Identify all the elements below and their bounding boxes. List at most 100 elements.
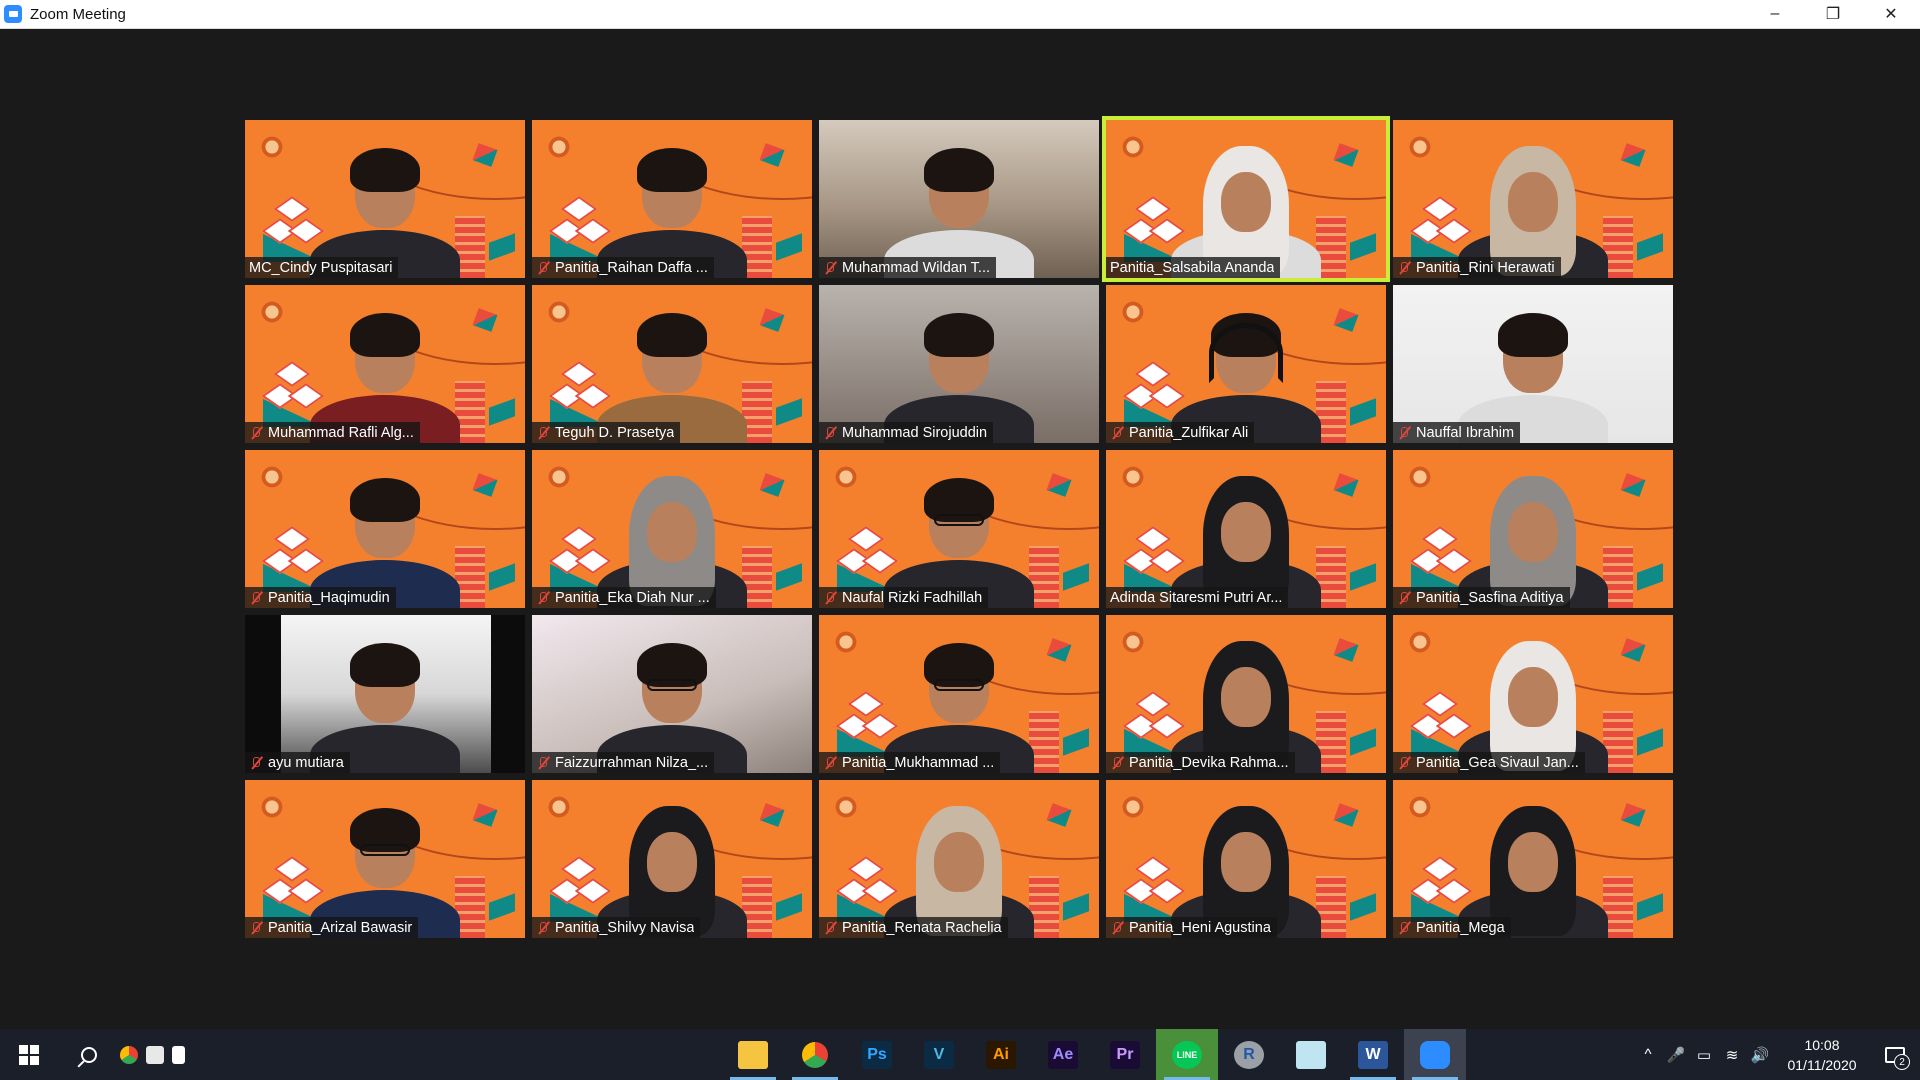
person-face [1221, 832, 1271, 892]
participant-video-tile[interactable]: Muhammad Rafli Alg... [245, 285, 525, 443]
participant-video-tile[interactable]: Muhammad Sirojuddin [819, 285, 1099, 443]
show-hidden-icons-chevron-icon[interactable]: ^ [1634, 1046, 1662, 1063]
taskbar-app-zoom[interactable] [1404, 1029, 1466, 1080]
taskbar-app-line[interactable]: LINE [1156, 1029, 1218, 1080]
background-box [1350, 563, 1376, 591]
notification-count-badge: 2 [1894, 1054, 1910, 1070]
person-glasses [647, 679, 697, 691]
person-hair [350, 643, 420, 687]
event-logo-icon [1118, 462, 1148, 492]
word-icon: W [1358, 1040, 1388, 1069]
muted-mic-icon [249, 756, 263, 770]
participant-video-tile[interactable]: Panitia_Salsabila Ananda [1102, 116, 1390, 282]
taskbar-app-after-effects[interactable]: Ae [1032, 1029, 1094, 1080]
taskbar-app-chrome[interactable] [784, 1029, 846, 1080]
taskbar-app-file-explorer[interactable] [722, 1029, 784, 1080]
taskbar-app-illustrator[interactable]: Ai [970, 1029, 1032, 1080]
file-mini-icon[interactable] [172, 1045, 185, 1064]
person-hair [350, 148, 420, 192]
participant-video-tile[interactable]: Teguh D. Prasetya [532, 285, 812, 443]
participant-video-tile[interactable]: Nauffal Ibrahim [1393, 285, 1673, 443]
participant-name: Muhammad Sirojuddin [842, 424, 988, 441]
close-button[interactable]: ✕ [1862, 0, 1920, 29]
vegas-icon: V [924, 1040, 954, 1069]
wifi-icon[interactable]: ≋ [1718, 1046, 1746, 1064]
muted-mic-icon [536, 921, 550, 935]
background-box [1350, 728, 1376, 756]
event-logo-icon [831, 462, 861, 492]
event-logo-icon [1405, 132, 1435, 162]
person-face [1508, 172, 1558, 232]
chrome-icon [802, 1041, 828, 1068]
background-box [1350, 398, 1376, 426]
background-box [1063, 563, 1089, 591]
start-button[interactable] [0, 1029, 58, 1080]
event-logo-icon [257, 792, 287, 822]
participant-name: Panitia_Mukhammad ... [842, 754, 995, 771]
muted-mic-icon [1397, 261, 1411, 275]
participant-name: MC_Cindy Puspitasari [249, 259, 393, 276]
taskbar-app-photoshop[interactable]: Ps [846, 1029, 908, 1080]
participant-nameplate: Panitia_Salsabila Ananda [1106, 257, 1281, 278]
participant-video-tile[interactable]: Faizzurrahman Nilza_... [532, 615, 812, 773]
microphone-icon[interactable]: 🎤 [1662, 1046, 1690, 1064]
premiere-icon: Pr [1110, 1040, 1140, 1069]
minimize-button[interactable]: – [1746, 0, 1804, 29]
amazon-mini-icon[interactable] [146, 1045, 164, 1064]
participant-video-tile[interactable]: Adinda Sitaresmi Putri Ar... [1106, 450, 1386, 608]
participant-nameplate: Adinda Sitaresmi Putri Ar... [1106, 587, 1289, 608]
participant-name: ayu mutiara [268, 754, 344, 771]
search-button[interactable] [58, 1029, 120, 1080]
participant-video-tile[interactable]: Naufal Rizki Fadhillah [819, 450, 1099, 608]
participant-video-tile[interactable]: ayu mutiara [245, 615, 525, 773]
person-headset [1209, 323, 1283, 383]
muted-mic-icon [249, 921, 263, 935]
chrome-mini-icon[interactable] [120, 1045, 138, 1064]
participant-video-tile[interactable]: MC_Cindy Puspitasari [245, 120, 525, 278]
taskbar-app-notepad[interactable] [1280, 1029, 1342, 1080]
muted-mic-icon [823, 591, 837, 605]
background-box [1637, 233, 1663, 261]
volume-icon[interactable]: 🔊 [1746, 1046, 1774, 1064]
participant-name: Panitia_Mega [1416, 919, 1505, 936]
participant-video-tile[interactable]: Panitia_Haqimudin [245, 450, 525, 608]
restore-button[interactable]: ❐ [1804, 0, 1862, 29]
event-logo-icon [1118, 132, 1148, 162]
action-center-button[interactable]: 2 [1870, 1029, 1920, 1080]
person-face [1221, 502, 1271, 562]
participant-video-tile[interactable]: Panitia_Mega [1393, 780, 1673, 938]
participant-video-tile[interactable]: Panitia_Arizal Bawasir [245, 780, 525, 938]
participant-name: Muhammad Rafli Alg... [268, 424, 414, 441]
participant-video-tile[interactable]: Panitia_Mukhammad ... [819, 615, 1099, 773]
clock[interactable]: 10:08 01/11/2020 [1774, 1035, 1870, 1075]
participant-video-tile[interactable]: Muhammad Wildan T... [819, 120, 1099, 278]
person-face [1221, 667, 1271, 727]
muted-mic-icon [1110, 756, 1124, 770]
participant-video-tile[interactable]: Panitia_Raihan Daffa ... [532, 120, 812, 278]
muted-mic-icon [536, 426, 550, 440]
participant-video-tile[interactable]: Panitia_Shilvy Navisa [532, 780, 812, 938]
event-logo-icon [544, 462, 574, 492]
participant-video-tile[interactable]: Panitia_Devika Rahma... [1106, 615, 1386, 773]
muted-mic-icon [1397, 591, 1411, 605]
participant-video-tile[interactable]: Panitia_Gea Sivaul Jan... [1393, 615, 1673, 773]
battery-icon[interactable]: ▭ [1690, 1046, 1718, 1064]
taskbar-app-word[interactable]: W [1342, 1029, 1404, 1080]
participant-nameplate: Panitia_Mukhammad ... [819, 752, 1001, 773]
event-logo-icon [544, 297, 574, 327]
participant-video-tile[interactable]: Panitia_Rini Herawati [1393, 120, 1673, 278]
participant-video-tile[interactable]: Panitia_Heni Agustina [1106, 780, 1386, 938]
participant-name: Panitia_Shilvy Navisa [555, 919, 695, 936]
clock-time: 10:08 [1804, 1036, 1840, 1053]
muted-mic-icon [1110, 921, 1124, 935]
taskbar-app-premiere[interactable]: Pr [1094, 1029, 1156, 1080]
taskbar-app-vegas[interactable]: V [908, 1029, 970, 1080]
window-title: Zoom Meeting [30, 5, 126, 23]
participant-video-tile[interactable]: Panitia_Renata Rachelia [819, 780, 1099, 938]
taskbar-app-r[interactable]: R [1218, 1029, 1280, 1080]
background-box [489, 563, 515, 591]
participant-video-tile[interactable]: Panitia_Zulfikar Ali [1106, 285, 1386, 443]
windows-taskbar: Ps V Ai Ae Pr LINE R W ^ 🎤 ▭ ≋ 🔊 10:08 01/11/20… [0, 1029, 1920, 1080]
participant-video-tile[interactable]: Panitia_Eka Diah Nur ... [532, 450, 812, 608]
participant-video-tile[interactable]: Panitia_Sasfina Aditiya [1393, 450, 1673, 608]
